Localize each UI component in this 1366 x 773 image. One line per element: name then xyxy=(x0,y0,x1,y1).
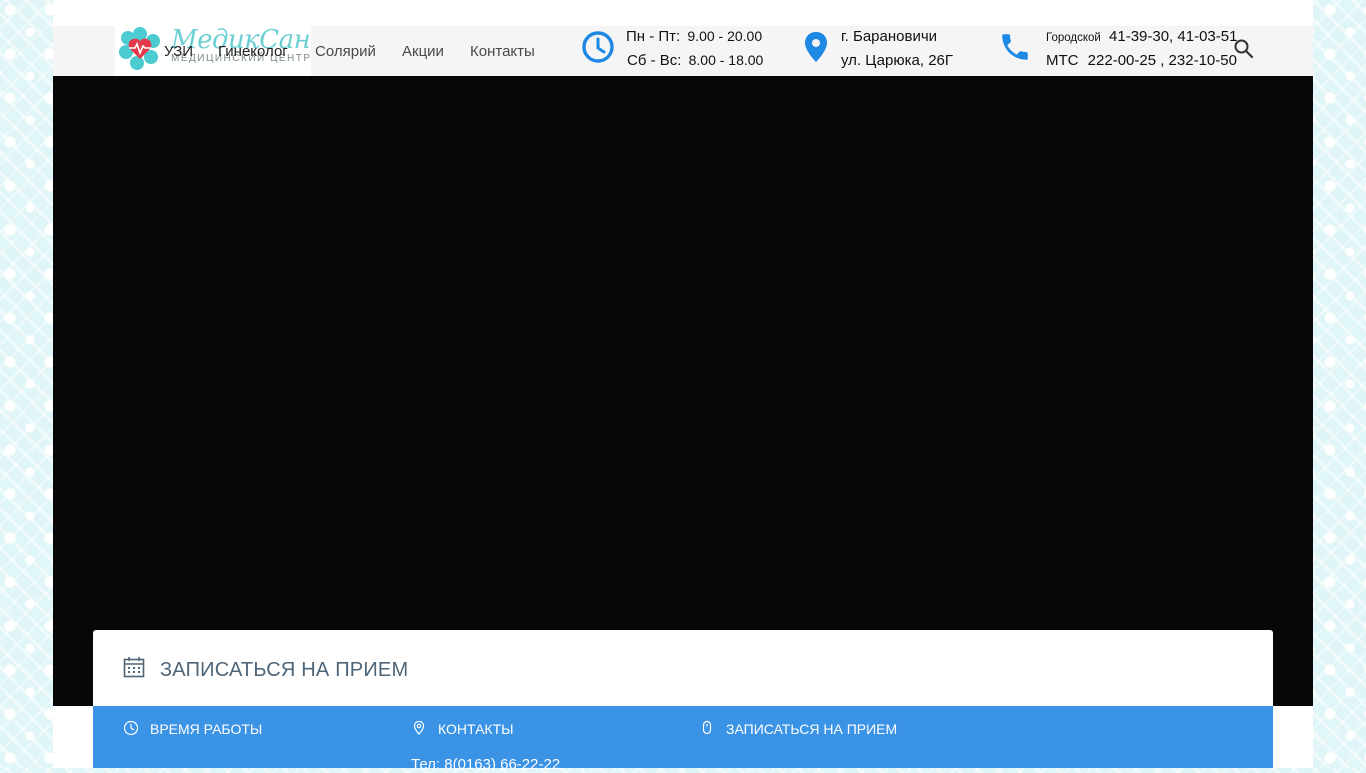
booking-title[interactable]: ЗАПИСАТЬСЯ НА ПРИЕМ xyxy=(160,659,408,682)
address-street: ул. Царюка, 26Г xyxy=(841,52,953,69)
search-icon[interactable] xyxy=(1233,38,1255,60)
nav-item-uzi[interactable]: УЗИ xyxy=(164,43,193,60)
hours-weekend-label: Сб - Вс: xyxy=(627,52,682,69)
phone-city-label: Городской xyxy=(1046,32,1101,44)
phone-mts: МТС 222-00-25 , 232-10-50 xyxy=(1046,52,1237,69)
hero-video[interactable] xyxy=(53,76,1313,706)
hours-weekdays-label: Пн - Пт: xyxy=(626,28,681,45)
panel-column-contacts-label: КОНТАКТЫ xyxy=(438,721,514,737)
map-pin-icon xyxy=(805,32,827,62)
hours-weekdays-value: 9.00 - 20.00 xyxy=(687,28,763,44)
site-header: МедикСан МЕДИЦИНСКИЙ ЦЕНТР УЗИ Гинеколог… xyxy=(53,25,1313,76)
logo-flower-icon xyxy=(119,27,160,70)
hours-weekdays: Пн - Пт: 9.00 - 20.00 xyxy=(626,28,762,45)
panel-phone-line[interactable]: Тел: 8(0163) 66-22-22 xyxy=(411,756,560,773)
calendar-icon xyxy=(123,657,145,678)
panel-column-booking-label[interactable]: ЗАПИСАТЬСЯ НА ПРИЕМ xyxy=(726,721,897,737)
panel-column-hours-label: ВРЕМЯ РАБОТЫ xyxy=(150,721,263,737)
phone-city: Городской 41-39-30, 41-03-51 xyxy=(1046,28,1237,45)
address-city: г. Барановичи xyxy=(841,28,938,45)
phone-mts-numbers: 222-00-25 , 232-10-50 xyxy=(1087,52,1237,69)
hours-weekend-value: 8.00 - 18.00 xyxy=(688,52,764,68)
clock-icon xyxy=(582,31,614,63)
info-panel: ВРЕМЯ РАБОТЫ КОНТАКТЫ ЗАПИСАТЬСЯ НА ПРИЕ… xyxy=(93,706,1273,773)
nav-item-kontakty[interactable]: Контакты xyxy=(470,43,535,60)
page: МедикСан МЕДИЦИНСКИЙ ЦЕНТР УЗИ Гинеколог… xyxy=(53,0,1313,773)
nav-item-aktsii[interactable]: Акции xyxy=(402,43,444,60)
mouse-icon xyxy=(702,720,712,735)
hours-weekend: Сб - Вс: 8.00 - 18.00 xyxy=(627,52,763,69)
phone-icon[interactable] xyxy=(998,30,1032,64)
booking-bar[interactable]: ЗАПИСАТЬСЯ НА ПРИЕМ xyxy=(93,630,1273,706)
phone-mts-label: МТС xyxy=(1046,52,1079,69)
nav-item-solyariy[interactable]: Солярий xyxy=(315,43,376,60)
nav-item-ginekolog[interactable]: Гинеколог xyxy=(218,43,288,60)
map-pin-icon xyxy=(413,720,425,735)
clock-icon xyxy=(123,720,139,736)
phone-city-numbers: 41-39-30, 41-03-51 xyxy=(1109,28,1238,45)
